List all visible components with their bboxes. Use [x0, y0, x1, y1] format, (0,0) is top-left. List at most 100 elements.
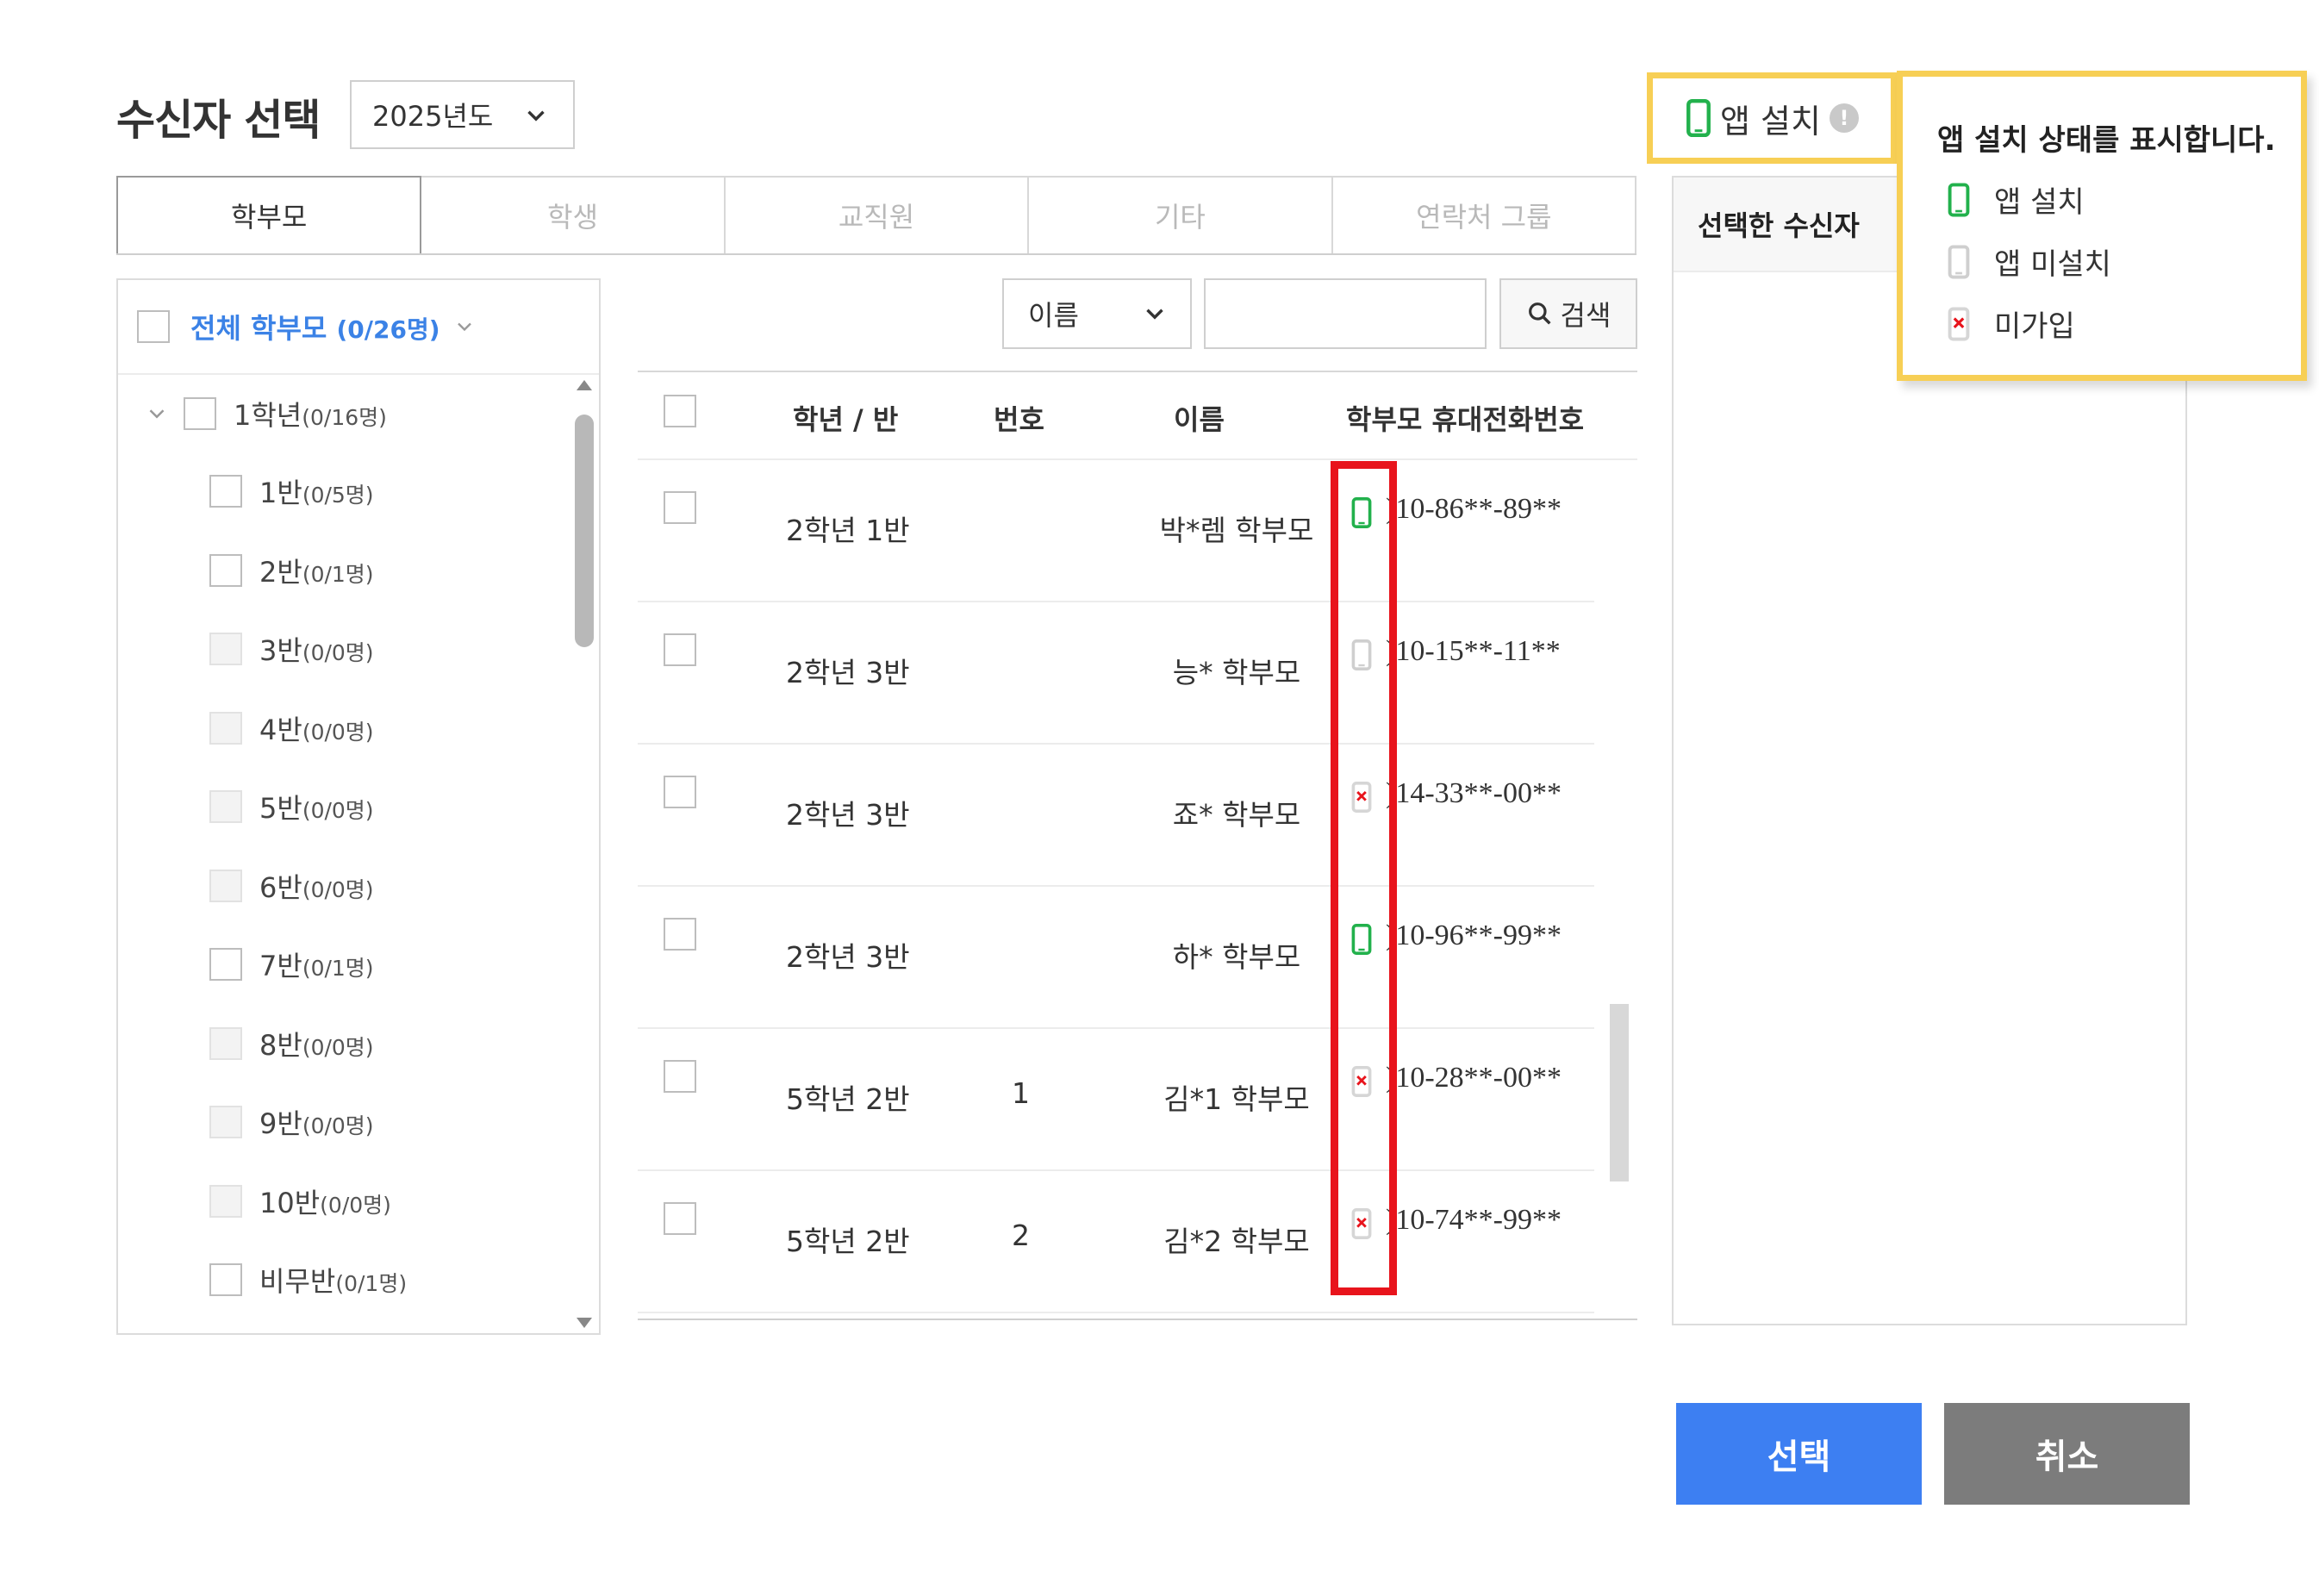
tooltip-item-installed: 앱 설치 [1948, 178, 2085, 221]
cell-name: 죠* 학부모 [1172, 798, 1301, 832]
cell-phone: )10-28**-00** [1386, 1062, 1562, 1094]
class-label: 10반(0/0명) [259, 1186, 391, 1219]
tooltip-item-not-joined: 미가입 [1948, 302, 2075, 345]
row-checkbox[interactable] [664, 633, 696, 666]
phone-installed-icon [1686, 99, 1711, 137]
tree-grade-row[interactable]: 1학년(0/16명) [144, 394, 387, 433]
select-all-label[interactable]: 전체 학부모 (0/26명) [190, 307, 440, 346]
tab-students[interactable]: 학생 [421, 176, 726, 253]
tree-class-row[interactable]: 2반(0/1명) [209, 551, 374, 590]
row-checkbox[interactable] [664, 776, 696, 808]
row-checkbox[interactable] [664, 1060, 696, 1093]
select-button[interactable]: 선택 [1676, 1403, 1922, 1505]
chevron-down-icon[interactable] [452, 315, 477, 339]
page-title: 수신자 선택 [116, 96, 321, 145]
tab-parents[interactable]: 학부모 [116, 176, 422, 253]
tree-class-row[interactable]: 7반(0/1명) [209, 945, 374, 984]
phone-installed-icon [1948, 183, 1970, 216]
search-button[interactable]: 검색 [1499, 278, 1637, 349]
app-install-legend-trigger[interactable]: 앱 설치 ! [1647, 72, 1897, 164]
scroll-down-arrow-icon[interactable] [574, 1314, 595, 1331]
cell-class: 2학년 3반 [786, 798, 910, 832]
cancel-button[interactable]: 취소 [1944, 1403, 2190, 1505]
class-checkbox[interactable] [209, 475, 242, 508]
class-checkbox [209, 790, 242, 823]
column-header-phone: 학부모 휴대전화번호 [1346, 403, 1585, 436]
tree-class-row: 5반(0/0명) [209, 787, 374, 826]
class-checkbox[interactable] [209, 553, 242, 587]
row-checkbox[interactable] [664, 918, 696, 951]
tree-class-row[interactable]: 1반(0/5명) [209, 471, 374, 511]
cell-name: 하* 학부모 [1172, 940, 1301, 974]
cell-number: 1 [1012, 1076, 1030, 1110]
recipient-tabs: 학부모 학생 교직원 기타 연락처 그룹 [116, 176, 1637, 255]
recipient-table: 학년 / 반 번호 이름 학부모 휴대전화번호 2학년 1반 박*렘 학부모 )10… [638, 371, 1637, 1320]
chevron-down-icon[interactable] [144, 401, 170, 427]
row-checkbox[interactable] [664, 1202, 696, 1235]
search-input[interactable] [1204, 278, 1487, 349]
phone-not-joined-icon [1948, 307, 1970, 340]
tree-class-row[interactable]: 비무반(0/1명) [209, 1260, 407, 1300]
class-checkbox [209, 1184, 242, 1218]
class-label: 1반(0/5명) [259, 477, 374, 509]
class-label: 2반(0/1명) [259, 555, 374, 589]
table-header: 학년 / 반 번호 이름 학부모 휴대전화번호 [638, 371, 1637, 460]
class-label: 8반(0/0명) [259, 1028, 374, 1062]
cell-class: 2학년 3반 [786, 656, 910, 689]
app-status-column-highlight [1331, 461, 1397, 1295]
class-checkbox [209, 1106, 242, 1138]
tree-scroll-thumb[interactable] [575, 415, 594, 647]
table-row[interactable]: 5학년 2반 1 김*1 학부모 )10-28**-00** [638, 1029, 1594, 1171]
cell-name: 김*1 학부모 [1163, 1082, 1310, 1116]
cell-class: 5학년 2반 [786, 1082, 910, 1116]
class-checkbox[interactable] [209, 948, 242, 981]
table-row[interactable]: 2학년 3반 하* 학부모)10-96**-99** [638, 887, 1594, 1029]
cell-name: 김*2 학부모 [1163, 1225, 1310, 1258]
cell-name: 박*렘 학부모 [1159, 514, 1314, 547]
class-label: 7반(0/1명) [259, 950, 374, 982]
chevron-down-icon [1146, 309, 1163, 320]
grade-checkbox[interactable] [184, 397, 216, 430]
info-icon[interactable]: ! [1829, 103, 1859, 133]
class-checkbox [209, 1026, 242, 1060]
select-all-checkbox[interactable] [137, 310, 170, 343]
tab-contact-groups[interactable]: 연락처 그룹 [1332, 176, 1637, 253]
table-bottom-border [638, 1319, 1637, 1320]
table-row[interactable]: 2학년 3반 죠* 학부모 )14-33**-00** [638, 745, 1594, 887]
row-checkbox[interactable] [664, 491, 696, 524]
tree-class-row: 3반(0/0명) [209, 629, 374, 669]
app-install-tooltip: 앱 설치 상태를 표시합니다. 앱 설치 앱 미설치 미가입 [1897, 71, 2307, 381]
tree-class-row: 9반(0/0명) [209, 1102, 374, 1142]
scroll-up-arrow-icon[interactable] [574, 377, 595, 394]
cell-phone: )14-33**-00** [1386, 777, 1562, 809]
table-row[interactable]: 5학년 2반 2 김*2 학부모)10-74**-99** [638, 1171, 1594, 1313]
year-select[interactable]: 2025년도 [350, 80, 575, 149]
table-scrollbar-thumb[interactable] [1610, 1004, 1629, 1181]
class-label: 4반(0/0명) [259, 713, 374, 746]
tab-staff[interactable]: 교직원 [725, 176, 1030, 253]
tab-other[interactable]: 기타 [1029, 176, 1333, 253]
class-checkbox [209, 711, 242, 745]
column-header-number: 번호 [994, 403, 1044, 436]
search-field-select[interactable]: 이름 [1002, 278, 1192, 349]
search-field-value: 이름 [1028, 299, 1079, 332]
table-row[interactable]: 2학년 3반 능* 학부모)10-15**-11** [638, 602, 1594, 745]
tree-class-row: 8반(0/0명) [209, 1024, 374, 1063]
class-label: 9반(0/0명) [259, 1107, 374, 1140]
search-icon [1528, 302, 1551, 325]
tooltip-item-not-installed: 앱 미설치 [1948, 240, 2111, 283]
cell-phone: )10-96**-99** [1386, 920, 1562, 951]
class-checkbox[interactable] [209, 1263, 242, 1296]
class-label: 비무반(0/1명) [259, 1265, 408, 1298]
table-select-all-checkbox[interactable] [664, 395, 696, 427]
class-checkbox [209, 869, 242, 902]
chevron-down-icon [527, 110, 545, 122]
cell-class: 2학년 1반 [786, 514, 910, 547]
table-row[interactable]: 2학년 1반 박*렘 학부모)10-86**-89** [638, 460, 1594, 602]
class-tree-panel: 전체 학부모 (0/26명) 1학년(0/16명) 1반(0/5명) 2반(0/1… [116, 278, 601, 1335]
cell-phone: )10-15**-11** [1386, 635, 1561, 667]
class-label: 6반(0/0명) [259, 870, 374, 904]
column-header-class: 학년 / 반 [793, 403, 899, 436]
app-install-label: 앱 설치 [1720, 102, 1821, 140]
grade-label: 1학년(0/16명) [234, 399, 387, 432]
